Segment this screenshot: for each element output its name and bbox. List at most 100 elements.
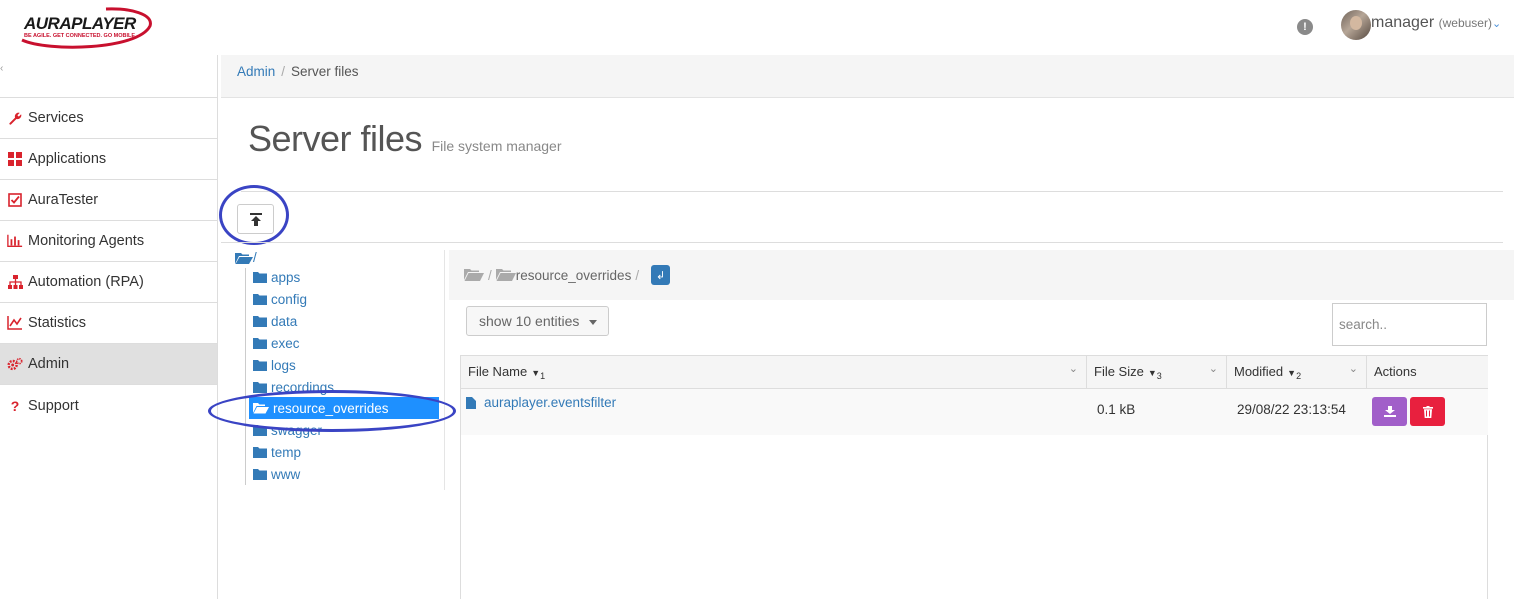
sidebar-item-admin[interactable]: Admin — [0, 344, 217, 385]
logo-tagline: BE AGILE. GET CONNECTED. GO MOBILE — [24, 33, 136, 39]
tree-guide-line — [245, 268, 246, 485]
tree-root-label: / — [253, 250, 257, 265]
tree-root[interactable]: / — [235, 250, 257, 265]
tree-folder-swagger[interactable]: swagger — [253, 420, 322, 440]
tree-folder-label: temp — [271, 444, 302, 460]
sidebar-item-label: Support — [28, 397, 79, 414]
user-name: manager — [1371, 14, 1435, 31]
tree-folder-data[interactable]: data — [253, 311, 297, 331]
sidebar-item-auratester[interactable]: AuraTester — [0, 180, 217, 221]
tree-panel-border — [444, 250, 445, 490]
logo-text: AURAPLAYER — [24, 14, 136, 33]
tree-folder-www[interactable]: www — [253, 464, 300, 484]
alert-icon[interactable]: ! — [1297, 19, 1313, 35]
breadcrumb-admin-link[interactable]: Admin — [237, 64, 275, 79]
page-subtitle: File system manager — [431, 138, 562, 154]
tree-folder-label: resource_overrides — [273, 400, 389, 416]
column-header-file-name[interactable]: File Name ▼1 ⌄ — [461, 356, 1087, 389]
column-header-file-size[interactable]: File Size ▼3 ⌄ — [1087, 356, 1227, 389]
trash-icon — [1422, 405, 1433, 418]
sidebar-item-automation-rpa[interactable]: Automation (RPA) — [0, 262, 217, 303]
upload-button[interactable] — [237, 204, 274, 234]
page-title-text: Server files — [248, 118, 423, 159]
upload-icon — [250, 213, 262, 226]
chevron-down-icon: ⌄ — [1491, 18, 1502, 30]
modified-cell: 29/08/22 23:13:54 — [1237, 402, 1346, 417]
tree-folder-apps[interactable]: apps — [253, 267, 300, 287]
sidebar-item-monitoring-agents[interactable]: Monitoring Agents — [0, 221, 217, 262]
tree-folder-label: exec — [271, 335, 300, 351]
file-name-cell: auraplayer.eventsfilter — [466, 395, 616, 410]
chevron-down-icon[interactable]: ⌄ — [1069, 362, 1078, 375]
tree-folder-label: logs — [271, 357, 296, 373]
column-label: File Size — [1094, 364, 1144, 379]
sort-icon: ▼2 — [1287, 368, 1302, 381]
column-label: File Name — [468, 364, 528, 379]
page-title: Server files File system manager — [248, 118, 562, 160]
column-label: Actions — [1374, 364, 1417, 379]
tree-folder-label: swagger — [271, 422, 323, 438]
chevron-down-icon[interactable]: ⌄ — [1209, 362, 1218, 375]
sort-icon: ▼1 — [531, 368, 546, 381]
sitemap-icon — [7, 274, 23, 290]
avatar[interactable] — [1341, 10, 1371, 40]
tree-folder-recordings[interactable]: recordings — [253, 377, 334, 397]
sidebar-item-support[interactable]: ? Support — [0, 385, 217, 426]
user-role: (webuser) — [1438, 16, 1492, 30]
auraplayer-logo[interactable]: AURAPLAYER BE AGILE. GET CONNECTED. GO M… — [18, 6, 154, 50]
chevron-down-icon[interactable]: ⌄ — [1349, 362, 1358, 375]
search-input[interactable] — [1332, 303, 1487, 346]
sidebar-item-label: Monitoring Agents — [28, 233, 145, 249]
user-menu[interactable]: manager (webuser)⌄ — [1371, 14, 1501, 32]
file-name-link[interactable]: auraplayer.eventsfilter — [484, 395, 616, 410]
sidebar-item-label: AuraTester — [28, 192, 99, 208]
top-header: AURAPLAYER BE AGILE. GET CONNECTED. GO M… — [0, 0, 1514, 55]
table-header: File Name ▼1 ⌄ File Size ▼3 ⌄ Modified ▼2 ⌄… — [461, 356, 1488, 389]
breadcrumb-separator: / — [281, 64, 286, 79]
sort-icon: ▼3 — [1147, 368, 1162, 381]
tree-folder-label: apps — [271, 269, 301, 285]
divider — [241, 191, 1503, 192]
line-chart-icon — [7, 315, 23, 331]
delete-button[interactable] — [1410, 397, 1445, 426]
table-row: auraplayer.eventsfilter 0.1 kB 29/08/22 … — [461, 389, 1488, 435]
entries-length-label: show 10 entities — [479, 313, 580, 329]
file-icon — [466, 396, 476, 409]
tree-folder-label: config — [271, 291, 308, 307]
tree-folder-exec[interactable]: exec — [253, 333, 300, 353]
entries-length-select[interactable]: show 10 entities — [466, 306, 609, 336]
bar-chart-icon — [7, 233, 23, 249]
folder-icon — [253, 382, 267, 393]
tree-folder-resource-overrides[interactable]: resource_overrides — [249, 397, 439, 419]
sidebar-item-statistics[interactable]: Statistics — [0, 303, 217, 344]
column-label: Modified — [1234, 364, 1284, 379]
file-panel: / resource_overrides / ↲ show 10 entitie… — [449, 250, 1514, 599]
file-size-cell: 0.1 kB — [1097, 402, 1136, 417]
go-up-button[interactable]: ↲ — [651, 265, 671, 285]
caret-down-icon — [589, 320, 597, 325]
tree-folder-label: www — [271, 466, 301, 482]
column-header-modified[interactable]: Modified ▼2 ⌄ — [1227, 356, 1367, 389]
folder-open-icon — [253, 403, 269, 414]
sidebar-toggle[interactable]: ‹ — [0, 55, 217, 98]
folder-icon — [253, 272, 267, 283]
wrench-icon — [7, 110, 23, 126]
cogs-icon — [7, 356, 23, 372]
main-content: Admin / Server files Server files File sys… — [208, 55, 1514, 599]
folder-icon — [253, 316, 267, 327]
tree-folder-config[interactable]: config — [253, 289, 307, 309]
folder-icon — [253, 447, 267, 458]
question-icon: ? — [10, 397, 20, 414]
path-segment[interactable]: resource_overrides — [516, 268, 632, 283]
tree-folder-temp[interactable]: temp — [253, 442, 301, 462]
download-button[interactable] — [1372, 397, 1407, 426]
sidebar-item-services[interactable]: Services — [0, 98, 217, 139]
folder-icon — [253, 338, 267, 349]
sidebar-item-applications[interactable]: Applications — [0, 139, 217, 180]
tree-folder-logs[interactable]: logs — [253, 355, 296, 375]
sidebar-item-label: Automation (RPA) — [28, 274, 144, 290]
divider — [221, 242, 1503, 243]
folder-open-icon[interactable] — [464, 268, 484, 282]
tree-folder-label: recordings — [271, 379, 335, 395]
sidebar-item-label: Services — [28, 110, 84, 126]
